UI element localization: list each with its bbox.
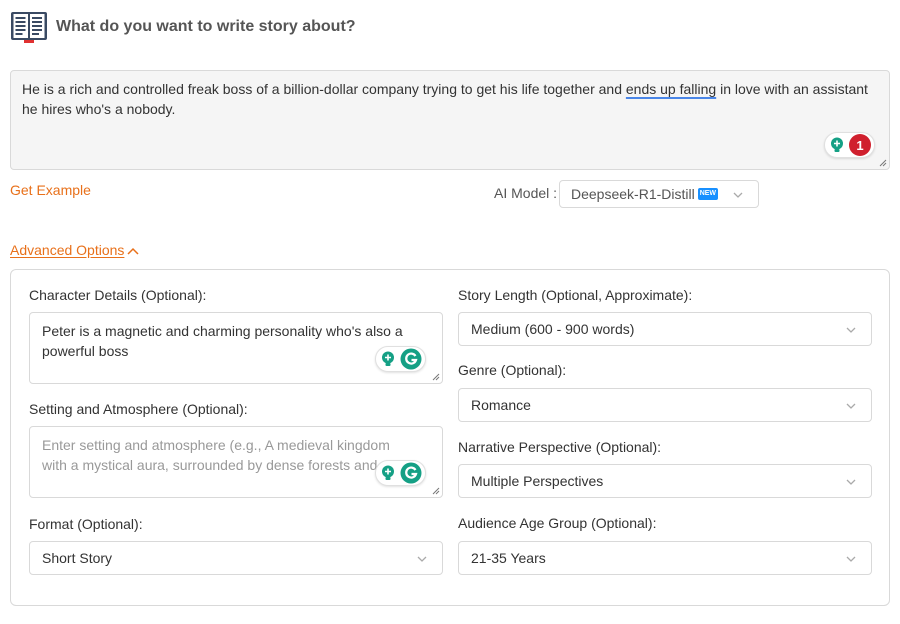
format-select[interactable]: Short Story [29, 541, 443, 575]
ai-model-label: AI Model : [494, 185, 558, 201]
lightbulb-icon[interactable] [379, 350, 397, 368]
chevron-down-icon [846, 403, 856, 409]
setting-atmosphere-placeholder: Enter setting and atmosphere (e.g., A me… [42, 437, 390, 473]
grammarly-widget[interactable] [375, 460, 426, 486]
character-details-label: Character Details (Optional): [29, 287, 207, 303]
audience-age-select[interactable]: 21-35 Years [458, 541, 872, 575]
page-title: What do you want to write story about? [56, 18, 356, 35]
book-icon [11, 12, 47, 43]
chevron-down-icon [417, 556, 427, 562]
chevron-down-icon [846, 327, 856, 333]
resize-handle-icon[interactable] [432, 373, 440, 381]
character-details-text: Peter is a magnetic and charming persona… [42, 323, 403, 359]
chevron-up-icon[interactable] [127, 247, 139, 255]
chevron-down-icon [846, 479, 856, 485]
ai-model-select[interactable]: Deepseek-R1-Distill NEW [559, 180, 759, 208]
audience-age-value: 21-35 Years [471, 550, 546, 566]
audience-age-label: Audience Age Group (Optional): [458, 515, 657, 531]
lightbulb-icon[interactable] [828, 136, 846, 154]
new-badge: NEW [697, 188, 719, 200]
chevron-down-icon [733, 192, 743, 198]
character-details-textarea[interactable]: Peter is a magnetic and charming persona… [29, 312, 443, 384]
grammarly-logo-icon[interactable] [400, 348, 422, 370]
setting-atmosphere-textarea[interactable]: Enter setting and atmosphere (e.g., A me… [29, 426, 443, 498]
narrative-perspective-select[interactable]: Multiple Perspectives [458, 464, 872, 498]
lightbulb-icon[interactable] [379, 464, 397, 482]
story-length-value: Medium (600 - 900 words) [471, 321, 635, 337]
genre-label: Genre (Optional): [458, 362, 567, 378]
resize-handle-icon[interactable] [879, 159, 887, 167]
grammarly-widget[interactable]: 1 [824, 132, 875, 158]
header [10, 10, 48, 44]
narrative-perspective-value: Multiple Perspectives [471, 473, 604, 489]
genre-value: Romance [471, 397, 531, 413]
story-length-select[interactable]: Medium (600 - 900 words) [458, 312, 872, 346]
resize-handle-icon[interactable] [432, 487, 440, 495]
grammarly-logo-icon[interactable] [400, 462, 422, 484]
story-prompt-textarea[interactable]: He is a rich and controlled freak boss o… [10, 70, 890, 170]
ai-model-value: Deepseek-R1-Distill [571, 186, 695, 202]
format-value: Short Story [42, 550, 113, 566]
grammarly-widget[interactable] [375, 346, 426, 372]
story-length-label: Story Length (Optional, Approximate): [458, 287, 693, 303]
advanced-options-panel: Character Details (Optional): Peter is a… [10, 269, 890, 606]
grammar-suggestion-underline[interactable]: ends up falling [626, 81, 716, 97]
advanced-options-toggle[interactable]: Advanced Options [10, 242, 124, 258]
chevron-down-icon [846, 556, 856, 562]
setting-atmosphere-label: Setting and Atmosphere (Optional): [29, 401, 248, 417]
narrative-perspective-label: Narrative Perspective (Optional): [458, 439, 662, 455]
grammarly-issue-count[interactable]: 1 [849, 134, 871, 156]
story-prompt-text: He is a rich and controlled freak boss o… [22, 81, 868, 117]
genre-select[interactable]: Romance [458, 388, 872, 422]
get-example-link[interactable]: Get Example [10, 182, 91, 198]
format-label: Format (Optional): [29, 516, 143, 532]
